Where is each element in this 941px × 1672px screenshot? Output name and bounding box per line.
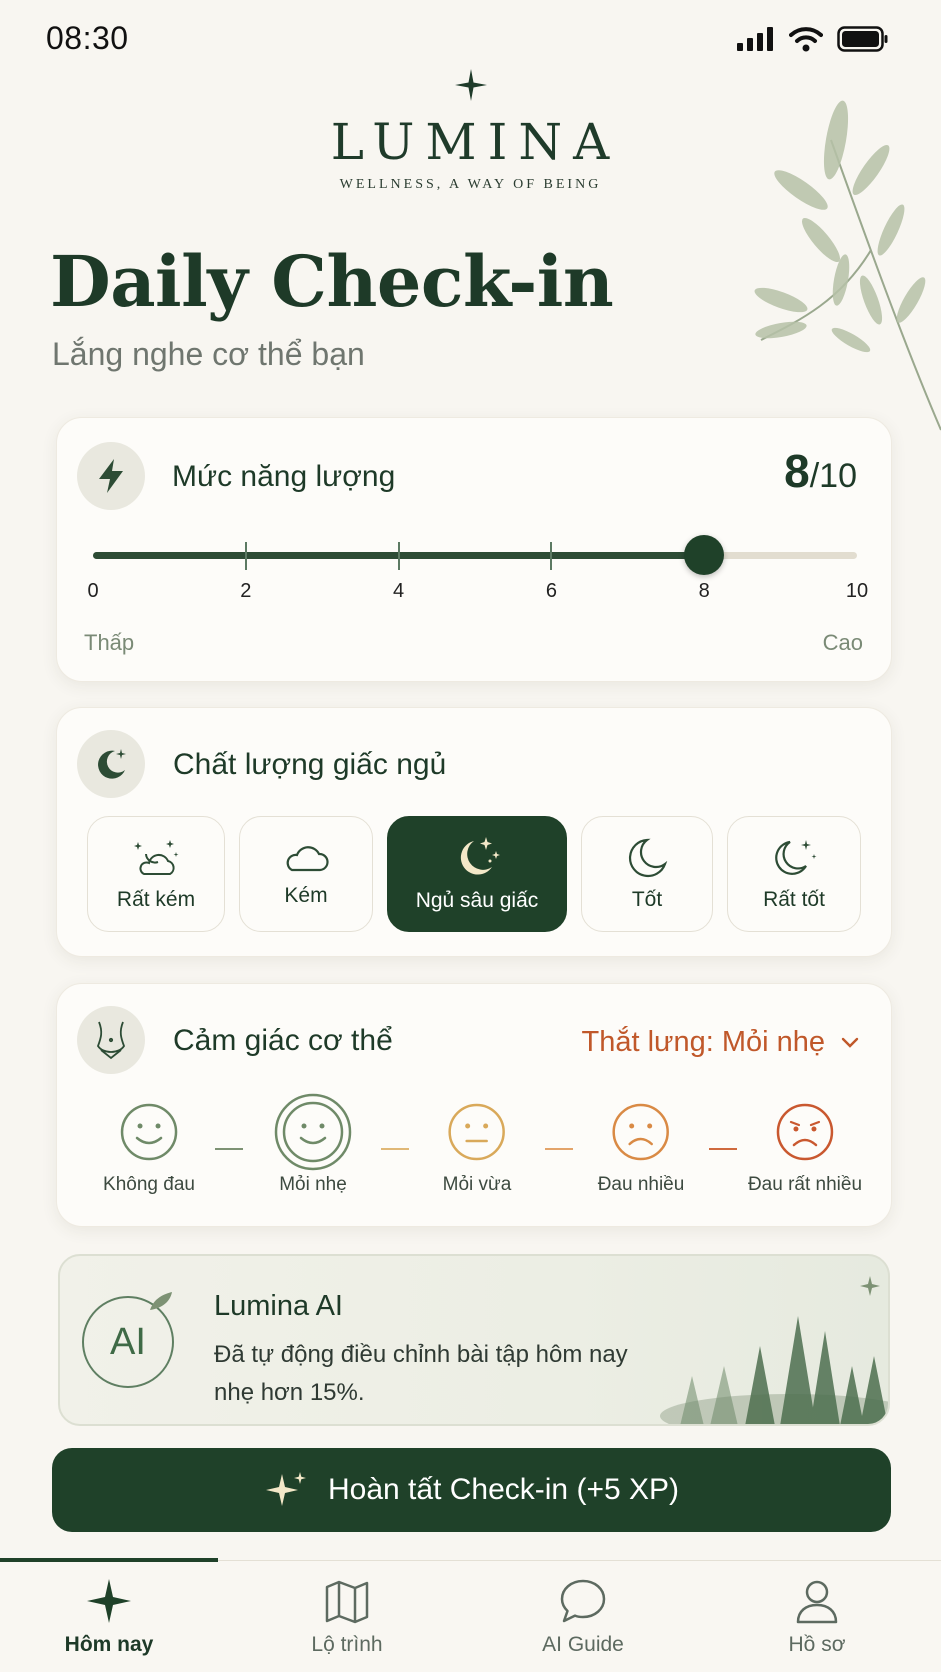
sleep-option-label: Rất tốt [763,888,825,911]
sad-face-icon [776,1103,834,1161]
scale-divider [709,1148,737,1150]
pain-level-severe[interactable]: Đau nhiều [597,1102,685,1196]
energy-tick-label: 0 [87,580,99,602]
nav-tab-ai-guide[interactable]: AI Guide [483,1577,683,1657]
scale-divider [545,1148,573,1150]
frown-face-icon [612,1103,670,1161]
sleep-option-label: Rất kém [116,888,196,911]
sleep-card: Chất lượng giấc ngủ Rất kém Kém Ngủ sâu … [56,707,892,957]
sleep-option-deep-sleep[interactable]: Ngủ sâu giấc [387,816,567,932]
nav-tab-roadmap[interactable]: Lộ trình [247,1577,447,1657]
ai-message-line: Đã tự động điều chỉnh bài tập hôm nay [214,1341,628,1368]
star-icon [454,69,487,101]
energy-tick-label: 8 [698,580,710,602]
forest-illustration [660,1276,888,1424]
complete-checkin-button[interactable]: Hoàn tất Check-in (+5 XP) [52,1448,891,1532]
wifi-icon [789,27,823,52]
sleep-title: Chất lượng giấc ngủ [173,748,447,781]
ai-title: Lumina AI [214,1290,343,1322]
chevron-down-icon [841,1037,859,1048]
moon-stars-icon [460,837,500,875]
chat-bubble-icon [560,1579,606,1623]
signal-icon [737,27,773,51]
lumina-ai-card[interactable]: AI Lumina AI Đã tự động điều chỉnh bài t… [58,1254,890,1426]
energy-score: 8/10 [784,444,857,498]
energy-tick-label: 10 [845,580,869,602]
sleep-option-poor[interactable]: Kém [239,816,373,932]
moon-icon-badge [77,730,145,798]
nav-active-indicator [0,1558,218,1562]
nav-label: Hồ sơ [788,1633,846,1656]
sparkle-icon [266,1472,306,1506]
nav-tab-profile[interactable]: Hồ sơ [717,1577,917,1657]
status-time: 08:30 [46,20,129,56]
sleep-option-very-poor[interactable]: Rất kém [87,816,225,932]
page-subtitle: Lắng nghe cơ thể bạn [52,336,365,372]
pain-level-label: Mỏi vừa [442,1174,512,1195]
pain-level-label: Đau nhiều [597,1174,685,1195]
user-icon [796,1580,838,1624]
page-title: Daily Check-in [50,240,614,323]
pain-level-moderate[interactable]: Mỏi vừa [442,1102,512,1196]
pain-level-label: Mỏi nhẹ [279,1174,347,1195]
leaf-sprout-icon [150,1292,172,1310]
pain-level-none[interactable]: Không đau [103,1102,195,1196]
lightning-icon-badge [77,442,145,510]
energy-slider-tick [397,542,400,570]
nav-label: AI Guide [542,1633,624,1656]
pain-level-label: Không đau [103,1174,195,1195]
ai-badge-text: AI [110,1320,146,1363]
energy-low-label: Thấp [84,630,135,655]
moon-icon [98,749,126,779]
energy-tick-label: 4 [393,580,405,602]
energy-value: 8 [784,445,810,497]
ai-message-line: nhẹ hơn 15%. [214,1379,365,1406]
sleep-option-very-good[interactable]: Rất tốt [727,816,861,932]
neutral-face-icon [448,1103,506,1161]
sleep-option-label: Kém [284,884,328,907]
energy-title: Mức năng lượng [172,460,396,493]
energy-max: /10 [809,457,857,495]
energy-slider-thumb[interactable] [684,535,725,575]
moon-cloud-stars-icon [134,840,179,875]
smile-face-selected-icon [274,1093,352,1171]
scale-divider [215,1148,243,1150]
moon-outline-icon [628,838,668,878]
pain-level-very-severe[interactable]: Đau rất nhiều [748,1102,862,1196]
energy-slider-tick [550,542,553,570]
moon-sparkle-icon [775,840,817,875]
torso-icon [97,1021,125,1060]
scale-divider [381,1148,409,1150]
energy-slider-tick [244,542,247,570]
smile-face-icon [120,1103,178,1161]
nav-tab-today[interactable]: Hôm nay [9,1577,209,1657]
nav-label: Hôm nay [64,1633,154,1656]
lightning-icon [99,459,123,493]
sleep-option-good[interactable]: Tốt [581,816,713,932]
pain-level-label: Đau rất nhiều [747,1174,863,1195]
energy-card: Mức năng lượng 8/10 Thấp Cao 0 2 4 6 8 10 [56,417,892,682]
complete-checkin-label: Hoàn tất Check-in (+5 XP) [328,1473,679,1506]
sleep-options: Rất kém Kém Ngủ sâu giấc Tốt Rất tốt [87,816,861,932]
nav-label: Lộ trình [311,1633,383,1656]
leaves-decoration [754,100,941,431]
sleep-option-label: Tốt [631,888,663,911]
body-part-selector[interactable]: Thắt lưng: Mỏi nhẹ [582,1026,859,1059]
body-feeling-card: Cảm giác cơ thể Thắt lưng: Mỏi nhẹ Không… [56,983,892,1227]
energy-tick-label: 2 [240,580,252,602]
pain-level-mild[interactable]: Mỏi nhẹ [273,1092,353,1196]
torso-icon-badge [77,1006,145,1074]
map-icon [325,1580,369,1624]
bottom-nav: Hôm nay Lộ trình AI Guide Hồ sơ [0,1560,941,1672]
energy-tick-label: 6 [545,580,557,602]
sparkle-icon [87,1579,131,1623]
energy-high-label: Cao [822,630,863,655]
body-part-value: Thắt lưng: Mỏi nhẹ [581,1026,825,1058]
battery-icon [837,26,888,52]
sleep-option-label: Ngủ sâu giấc [415,889,539,912]
body-feeling-title: Cảm giác cơ thể [173,1024,393,1057]
ai-message: Đã tự động điều chỉnh bài tập hôm nay nh… [214,1336,654,1412]
cloud-icon [286,846,329,872]
status-icons [737,26,889,52]
